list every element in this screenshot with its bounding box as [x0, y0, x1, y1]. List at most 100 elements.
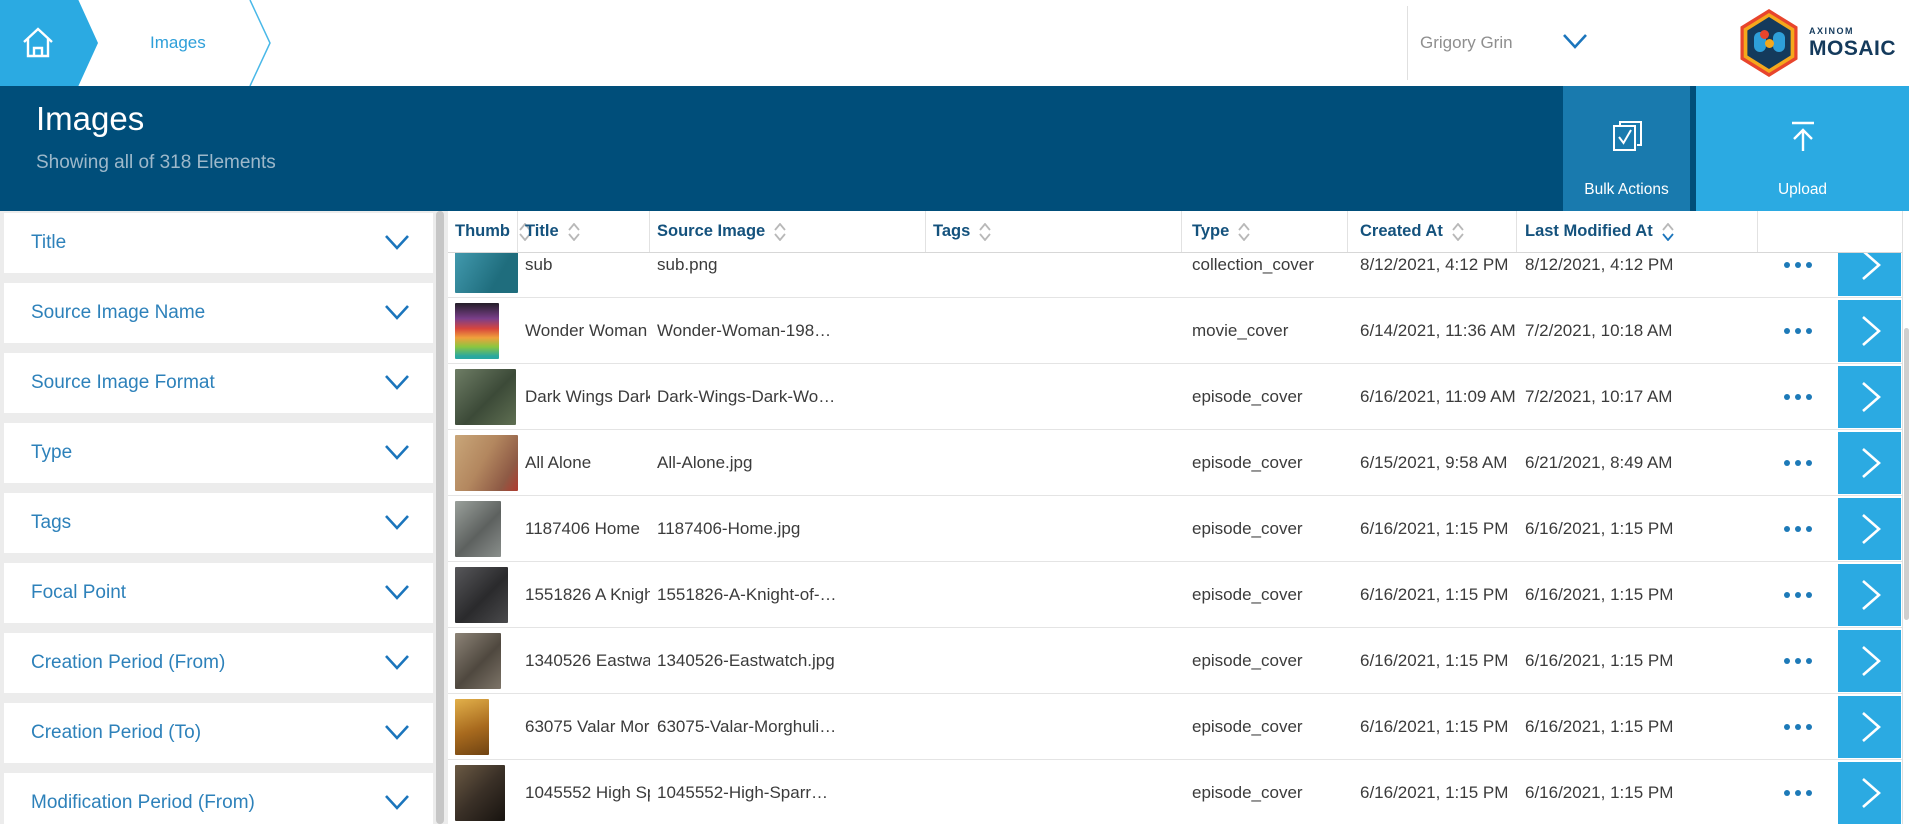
title-cell: Wonder Woman 1984	[518, 321, 650, 341]
row-actions-menu[interactable]	[1758, 658, 1838, 664]
ellipsis-icon	[1795, 526, 1801, 532]
upload-button[interactable]: Upload	[1696, 86, 1909, 211]
open-row-button[interactable]	[1838, 630, 1901, 692]
column-header-created-at[interactable]: Created At	[1348, 211, 1517, 252]
chevron-right-icon	[1855, 379, 1885, 415]
open-cell	[1838, 366, 1902, 428]
open-row-button[interactable]	[1838, 564, 1901, 626]
home-thumbnail	[455, 501, 501, 557]
source-image-cell: 63075-Valar-Morghuli…	[650, 717, 926, 737]
table-header-row: Thumb Title Source Image TagsTypeCreated At…	[448, 211, 1902, 253]
filter-label: Source Image Format	[31, 372, 383, 394]
filter-label: Title	[31, 232, 383, 254]
thumb-cell	[448, 501, 518, 557]
type-cell: movie_cover	[1182, 321, 1348, 341]
column-header-tags[interactable]: Tags	[926, 211, 1182, 252]
ellipsis-icon	[1806, 658, 1812, 664]
table-row: All AloneAll-Alone.jpgepisode_cover6/15/…	[448, 430, 1902, 496]
thumb-cell	[448, 567, 518, 623]
row-actions-menu[interactable]	[1758, 394, 1838, 400]
sidebar-scrollbar[interactable]	[436, 211, 444, 824]
row-actions-menu[interactable]	[1758, 526, 1838, 532]
breadcrumb-chevron-icon	[248, 0, 274, 86]
open-row-button[interactable]	[1838, 762, 1901, 824]
chevron-right-icon	[1855, 775, 1885, 811]
chevron-down-icon[interactable]	[1560, 31, 1590, 53]
filter-tags[interactable]: Tags	[4, 493, 433, 553]
table-row: 63075 Valar Morghulis63075-Valar-Morghul…	[448, 694, 1902, 760]
filter-sidebar: Title Source Image Name Source Image Forma…	[0, 211, 433, 824]
open-row-button[interactable]	[1838, 498, 1901, 560]
filter-type[interactable]: Type	[4, 423, 433, 483]
column-header-title[interactable]: Title	[518, 211, 650, 252]
chevron-down-icon	[383, 583, 411, 603]
row-actions-menu[interactable]	[1758, 790, 1838, 796]
table-scrollbar[interactable]	[1902, 211, 1909, 824]
open-cell	[1838, 630, 1902, 692]
column-header-label: Thumb	[455, 222, 510, 241]
open-cell	[1838, 762, 1902, 824]
user-menu[interactable]: Grigory Grin	[1420, 0, 1513, 86]
a-knight-thumbnail	[455, 567, 508, 623]
bulk-actions-button[interactable]: Bulk Actions	[1563, 86, 1690, 211]
source-image-cell: 1045552-High-Sparr…	[650, 783, 926, 803]
images-table: Thumb Title Source Image TagsTypeCreated At…	[448, 211, 1902, 824]
open-row-button[interactable]	[1838, 696, 1901, 758]
table-scrollbar-thumb[interactable]	[1904, 328, 1909, 620]
type-cell: episode_cover	[1182, 651, 1348, 671]
sort-icon	[568, 223, 580, 241]
ellipsis-icon	[1784, 592, 1790, 598]
ellipsis-icon	[1806, 328, 1812, 334]
created-at-cell: 6/16/2021, 11:09 AM	[1348, 387, 1517, 407]
row-actions-menu[interactable]	[1758, 460, 1838, 466]
filter-modification-period-from[interactable]: Modification Period (From)	[4, 773, 433, 824]
column-header-label: Source Image	[657, 222, 765, 241]
type-cell: collection_cover	[1182, 255, 1348, 275]
open-row-button[interactable]	[1838, 300, 1901, 362]
row-actions-menu[interactable]	[1758, 262, 1838, 268]
ellipsis-icon	[1784, 724, 1790, 730]
open-row-button[interactable]	[1838, 432, 1901, 494]
sort-icon	[1238, 223, 1250, 241]
ellipsis-icon	[1784, 658, 1790, 664]
breadcrumb-images[interactable]: Images	[150, 0, 206, 86]
column-header-thumb[interactable]: Thumb	[448, 211, 518, 252]
open-row-button[interactable]	[1838, 366, 1901, 428]
table-row: Wonder Woman 1984Wonder-Woman-198…movie_…	[448, 298, 1902, 364]
title-cell: 63075 Valar Morghulis	[518, 717, 650, 737]
row-actions-menu[interactable]	[1758, 724, 1838, 730]
chevron-right-icon	[1855, 445, 1885, 481]
open-cell	[1838, 300, 1902, 362]
column-header-last-modified-at[interactable]: Last Modified At	[1517, 211, 1758, 252]
ellipsis-icon	[1806, 394, 1812, 400]
last-modified-at-cell: 6/16/2021, 1:15 PM	[1517, 783, 1758, 803]
column-header-type[interactable]: Type	[1182, 211, 1348, 252]
home-button[interactable]	[0, 0, 98, 86]
created-at-cell: 6/16/2021, 1:15 PM	[1348, 651, 1517, 671]
created-at-cell: 6/16/2021, 1:15 PM	[1348, 585, 1517, 605]
filter-creation-period-from[interactable]: Creation Period (From)	[4, 633, 433, 693]
column-header-source-image[interactable]: Source Image	[650, 211, 926, 252]
row-actions-menu[interactable]	[1758, 592, 1838, 598]
filter-label: Creation Period (To)	[31, 722, 383, 744]
ellipsis-icon	[1806, 262, 1812, 268]
title-cell: All Alone	[518, 453, 650, 473]
filter-source-image-format[interactable]: Source Image Format	[4, 353, 433, 413]
filter-title[interactable]: Title	[4, 213, 433, 273]
source-image-cell: 1551826-A-Knight-of-…	[650, 585, 926, 605]
ellipsis-icon	[1795, 658, 1801, 664]
ellipsis-icon	[1784, 790, 1790, 796]
filter-source-image-name[interactable]: Source Image Name	[4, 283, 433, 343]
dark-wings-thumbnail	[455, 369, 516, 425]
last-modified-at-cell: 8/12/2021, 4:12 PM	[1517, 255, 1758, 275]
column-header-label: Last Modified At	[1525, 222, 1653, 241]
ellipsis-icon	[1806, 526, 1812, 532]
ellipsis-icon	[1795, 460, 1801, 466]
row-actions-menu[interactable]	[1758, 328, 1838, 334]
filter-focal-point[interactable]: Focal Point	[4, 563, 433, 623]
ellipsis-icon	[1795, 328, 1801, 334]
source-image-cell: 1187406-Home.jpg	[650, 519, 926, 539]
type-cell: episode_cover	[1182, 717, 1348, 737]
filter-creation-period-to[interactable]: Creation Period (To)	[4, 703, 433, 763]
logo-brand-top: AXINOM	[1809, 26, 1896, 36]
